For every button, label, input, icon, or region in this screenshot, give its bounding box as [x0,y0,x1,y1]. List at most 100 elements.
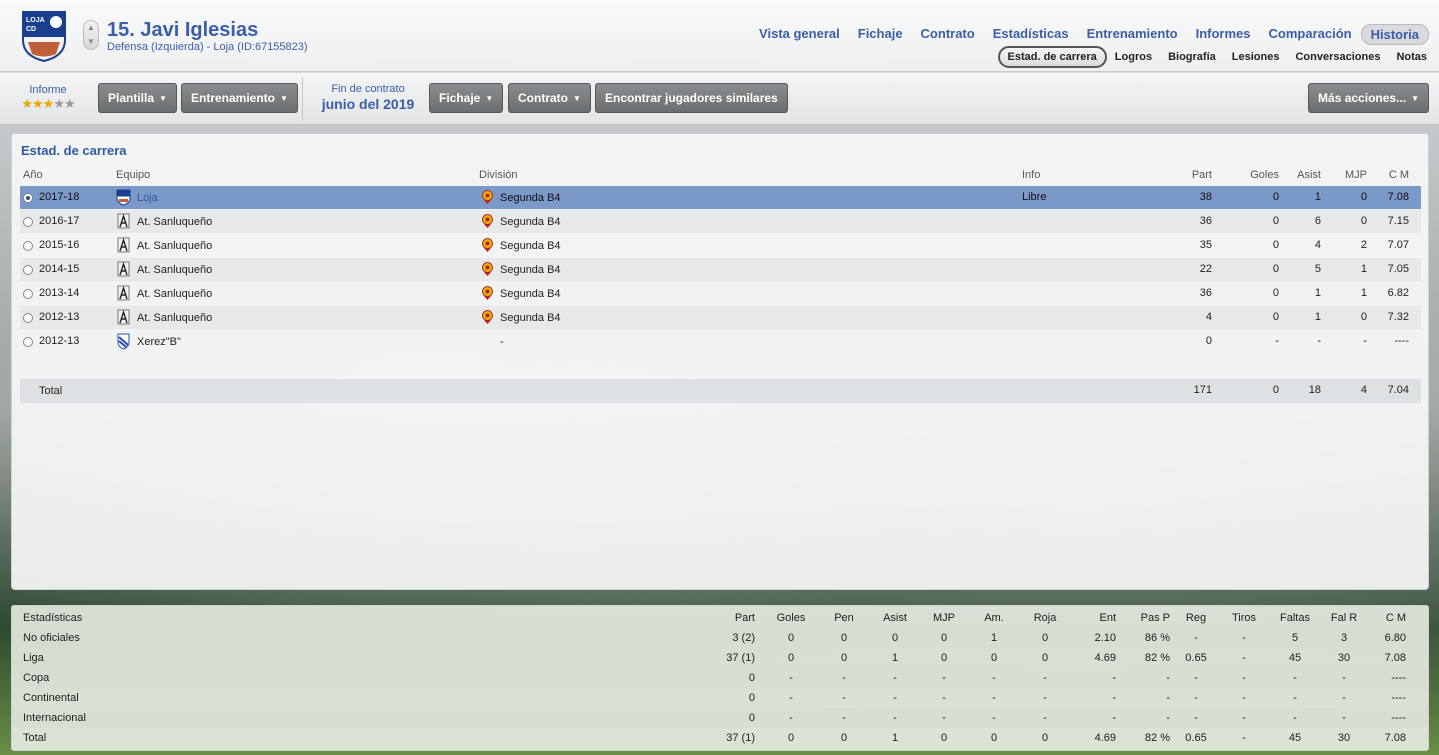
career-row[interactable]: 2014-15 At. Sanluqueño Segunda B4 22 0 5 1 7.05 [20,258,1421,281]
star-icon: ★ [42,96,55,111]
row-team-link[interactable]: At. Sanluqueño [137,216,212,228]
header-goles[interactable]: Goles [1234,169,1279,181]
stats-part: 0 [748,692,755,704]
header-mjp[interactable]: MJP [1332,169,1367,181]
plantilla-button[interactable]: Plantilla ▼ [98,83,177,113]
row-division[interactable]: Segunda B4 [500,264,561,276]
row-select-radio[interactable] [23,289,33,299]
row-goles: - [1275,335,1279,347]
contrato-button[interactable]: Contrato ▼ [508,83,591,113]
stats-mjp: - [942,672,946,684]
row-team-link[interactable]: At. Sanluqueño [137,288,212,300]
row-team-link[interactable]: At. Sanluqueño [137,312,212,324]
row-part: 38 [1199,191,1212,203]
stats-header-cm[interactable]: C M [1372,612,1406,624]
row-select-radio[interactable] [23,217,33,227]
stats-cm: ---- [1391,692,1406,704]
find-similar-button[interactable]: Encontrar jugadores similares [595,83,788,113]
row-team-link[interactable]: At. Sanluqueño [137,240,212,252]
stats-header-label[interactable]: Estadísticas [23,612,223,624]
league-icon [482,310,493,324]
header-asist[interactable]: Asist [1285,169,1321,181]
stats-faltas: - [1293,692,1297,704]
stats-asist: - [893,692,897,704]
tab-vista-general[interactable]: Vista general [750,24,849,45]
subtab-conversaciones[interactable]: Conversaciones [1287,48,1388,66]
tab-fichaje[interactable]: Fichaje [849,24,912,45]
stats-header-reg[interactable]: Reg [1174,612,1218,624]
stats-header-tiros[interactable]: Tiros [1222,612,1266,624]
row-division[interactable]: Segunda B4 [500,216,561,228]
row-team-link[interactable]: Loja [137,192,158,204]
tab-informes[interactable]: Informes [1187,24,1260,45]
stats-header-mjp[interactable]: MJP [924,612,964,624]
stats-header-falr[interactable]: Fal R [1324,612,1364,624]
row-select-radio[interactable] [23,265,33,275]
chevron-down-icon: ▼ [159,93,167,103]
subtab-lesiones[interactable]: Lesiones [1224,48,1288,66]
plantilla-label: Plantilla [108,91,155,105]
career-row[interactable]: 2016-17 At. Sanluqueño Segunda B4 36 0 6 0 7.15 [20,210,1421,233]
header-part[interactable]: Part [1172,169,1212,181]
row-division[interactable]: Segunda B4 [500,192,561,204]
stats-header-pasp[interactable]: Pas P [1122,612,1170,624]
player-stepper[interactable]: ▲ ▼ [83,20,99,50]
row-division[interactable]: - [500,336,504,348]
row-select-radio[interactable] [23,313,33,323]
stats-header-roja[interactable]: Roja [1025,612,1065,624]
tab-comparacion[interactable]: Comparación [1260,24,1361,45]
stats-tiros: - [1242,692,1246,704]
header-cm[interactable]: C M [1377,169,1409,181]
stats-header-goles[interactable]: Goles [772,612,810,624]
fichaje-button[interactable]: Fichaje ▼ [429,83,504,113]
subtab-biografia[interactable]: Biografía [1160,48,1224,66]
header-info[interactable]: Info [1022,169,1040,181]
stepper-up-icon[interactable]: ▲ [84,21,98,35]
row-select-radio[interactable] [23,241,33,251]
more-actions-button[interactable]: Más acciones... ▼ [1308,83,1429,113]
row-cm: 7.32 [1387,311,1409,323]
tab-estadisticas[interactable]: Estadísticas [984,24,1078,45]
stats-tiros: - [1242,652,1246,664]
stats-header-am[interactable]: Am. [974,612,1014,624]
entrenamiento-button[interactable]: Entrenamiento ▼ [181,83,298,113]
row-cm: 7.07 [1387,239,1409,251]
career-row[interactable]: 2013-14 At. Sanluqueño Segunda B4 36 0 1 1 6.82 [20,282,1421,305]
stats-header-faltas[interactable]: Faltas [1272,612,1318,624]
stats-tiros: - [1242,732,1246,744]
career-row[interactable]: 2012-13 At. Sanluqueño Segunda B4 4 0 1 0 7.32 [20,306,1421,329]
stats-header-ent[interactable]: Ent [1074,612,1116,624]
row-team-link[interactable]: Xerez"B" [137,336,181,348]
tab-entrenamiento[interactable]: Entrenamiento [1078,24,1187,45]
career-row[interactable]: 2015-16 At. Sanluqueño Segunda B4 35 0 4 2 7.07 [20,234,1421,257]
row-division[interactable]: Segunda B4 [500,312,561,324]
stepper-down-icon[interactable]: ▼ [84,35,98,49]
career-row[interactable]: 2017-18 Loja Segunda B4 Libre 38 0 1 0 7.08 [20,186,1421,209]
row-division[interactable]: Segunda B4 [500,288,561,300]
subtab-logros[interactable]: Logros [1107,48,1160,66]
row-team-link[interactable]: At. Sanluqueño [137,264,212,276]
contract-label: Fin de contrato [331,83,405,95]
row-mjp: 1 [1360,263,1367,275]
header-team[interactable]: Equipo [116,169,150,181]
stats-header-pen[interactable]: Pen [824,612,864,624]
career-row[interactable]: 2012-13 Xerez"B" -0- - - ---- [20,330,1421,353]
subtab-estad-carrera[interactable]: Estad. de carrera [997,46,1107,68]
tab-contrato[interactable]: Contrato [912,24,984,45]
informe-rating[interactable]: Informe ★★★★★ [14,84,82,112]
stats-header-asist[interactable]: Asist [872,612,918,624]
row-select-radio[interactable] [23,193,33,203]
row-mjp: - [1363,335,1367,347]
stats-mjp: 0 [940,652,948,664]
contract-end: Fin de contrato junio del 2019 [318,83,418,112]
row-select-radio[interactable] [23,337,33,347]
stats-header-part[interactable]: Part [715,612,755,624]
header-division[interactable]: División [479,169,518,181]
entrenamiento-label: Entrenamiento [191,91,276,105]
contract-date: junio del 2019 [321,96,415,112]
tab-historia[interactable]: Historia [1360,24,1429,45]
stats-ent: 4.69 [1094,732,1116,744]
subtab-notas[interactable]: Notas [1388,48,1435,66]
row-division[interactable]: Segunda B4 [500,240,561,252]
header-year[interactable]: Año [23,169,43,181]
